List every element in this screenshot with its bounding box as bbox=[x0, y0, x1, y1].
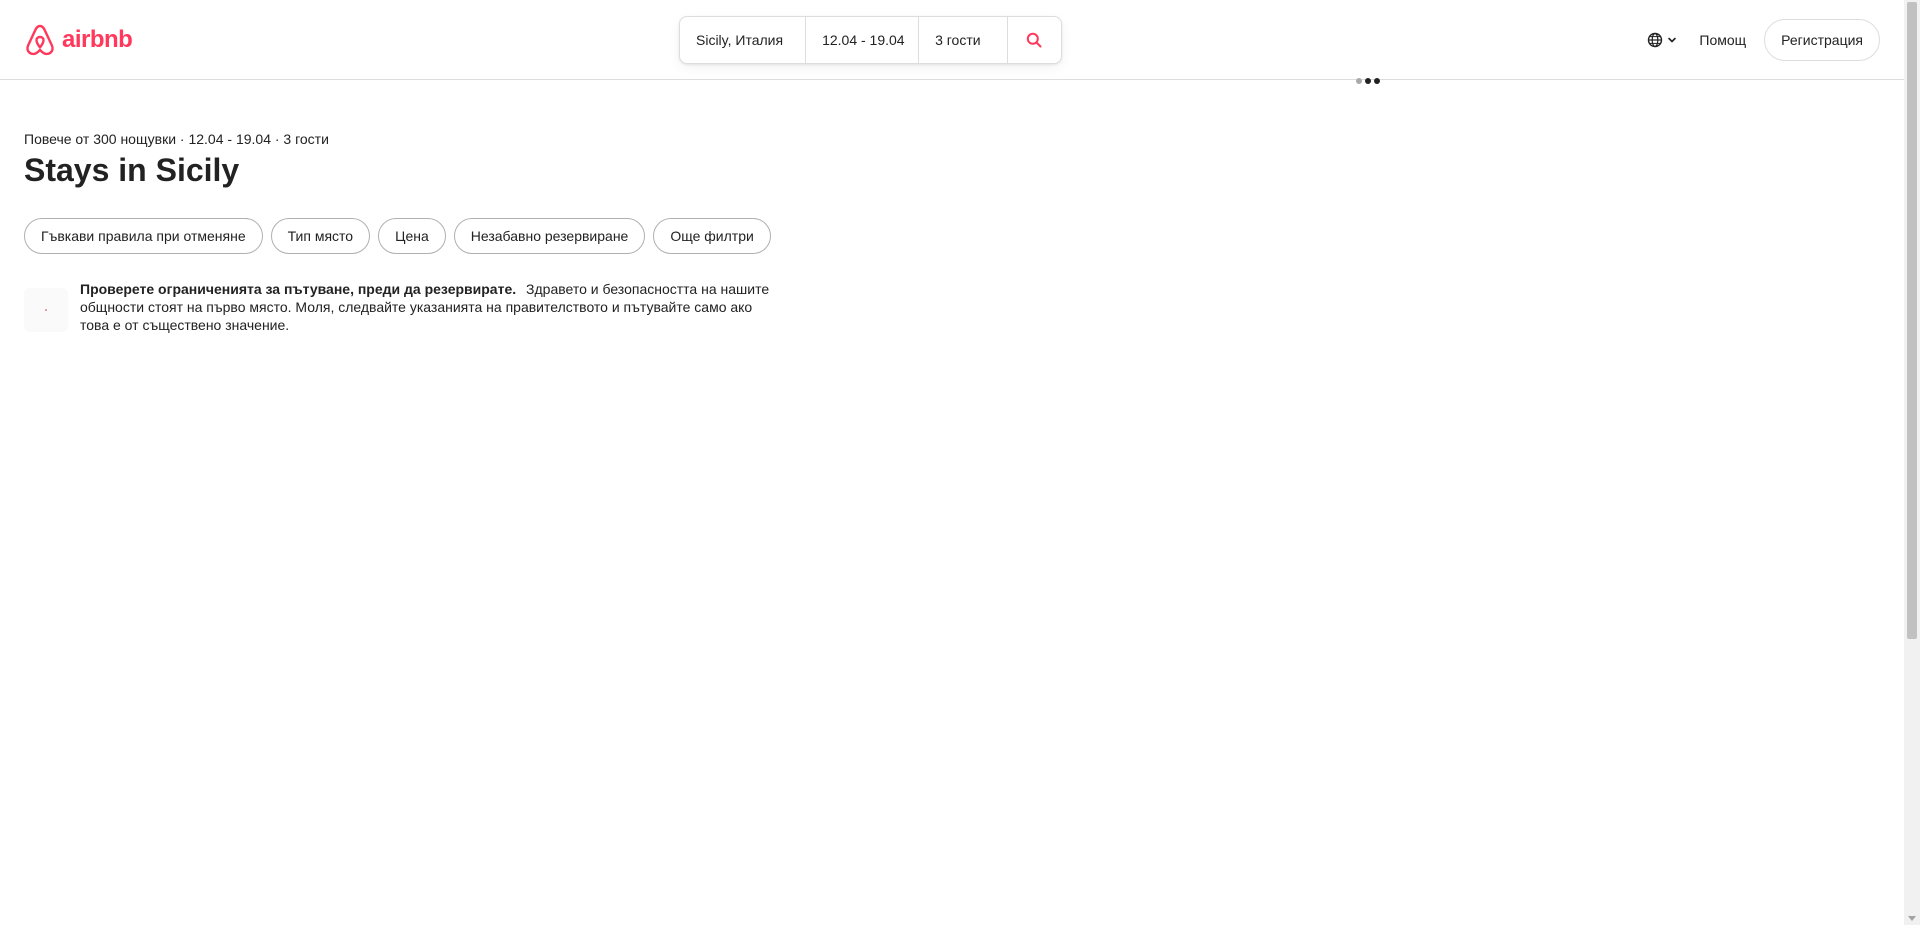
search-dates[interactable]: 12.04 - 19.04 bbox=[806, 17, 918, 63]
help-link[interactable]: Помощ bbox=[1687, 19, 1758, 61]
search-destination[interactable]: Sicily, Италия bbox=[680, 17, 805, 63]
search-button[interactable] bbox=[1008, 17, 1061, 63]
page-scrollbar[interactable] bbox=[1904, 0, 1920, 925]
signup-button[interactable]: Регистрация bbox=[1764, 19, 1880, 61]
loading-dot bbox=[1365, 78, 1371, 84]
page: airbnb Sicily, Италия 12.04 - 19.04 3 го… bbox=[0, 0, 1920, 925]
globe-icon bbox=[1648, 32, 1663, 48]
notice-title: Проверете ограниченията за пътуване, пре… bbox=[80, 281, 517, 297]
airbnb-logo[interactable]: airbnb bbox=[24, 23, 133, 57]
airbnb-logo-icon bbox=[26, 24, 54, 56]
notice-icon bbox=[24, 288, 68, 332]
filter-instant-book[interactable]: Незабавно резервиране bbox=[453, 218, 646, 254]
travel-restrictions-notice: Проверете ограниченията за пътуване, пре… bbox=[24, 280, 780, 334]
filter-bar: Гъвкави правила при отменяне Тип място Ц… bbox=[24, 218, 771, 254]
top-header: airbnb Sicily, Италия 12.04 - 19.04 3 го… bbox=[0, 0, 1904, 80]
loading-indicator bbox=[1356, 78, 1380, 84]
filter-price[interactable]: Цена bbox=[378, 218, 446, 254]
search-guests[interactable]: 3 гости bbox=[919, 17, 1006, 63]
filter-flexible-cancellation[interactable]: Гъвкави правила при отменяне bbox=[24, 218, 263, 254]
notice-text: Проверете ограниченията за пътуване, пре… bbox=[80, 280, 780, 334]
results-summary: Повече от 300 нощувки · 12.04 - 19.04 · … bbox=[24, 131, 329, 147]
filter-place-type[interactable]: Тип място bbox=[270, 218, 371, 254]
search-bar[interactable]: Sicily, Италия 12.04 - 19.04 3 гости bbox=[679, 16, 1062, 64]
brand-name: airbnb bbox=[62, 26, 133, 53]
header-actions: Помощ Регистрация bbox=[1637, 19, 1880, 61]
scrollbar-thumb[interactable] bbox=[1907, 2, 1917, 639]
chevron-down-icon bbox=[1668, 37, 1677, 43]
loading-dot bbox=[1356, 78, 1362, 84]
language-button[interactable] bbox=[1637, 19, 1687, 61]
loading-dot bbox=[1374, 78, 1380, 84]
filter-more[interactable]: Още филтри bbox=[653, 218, 771, 254]
search-icon bbox=[1027, 32, 1042, 48]
page-title: Stays in Sicily bbox=[24, 152, 240, 188]
scroll-down-arrow-icon[interactable] bbox=[1908, 916, 1916, 921]
